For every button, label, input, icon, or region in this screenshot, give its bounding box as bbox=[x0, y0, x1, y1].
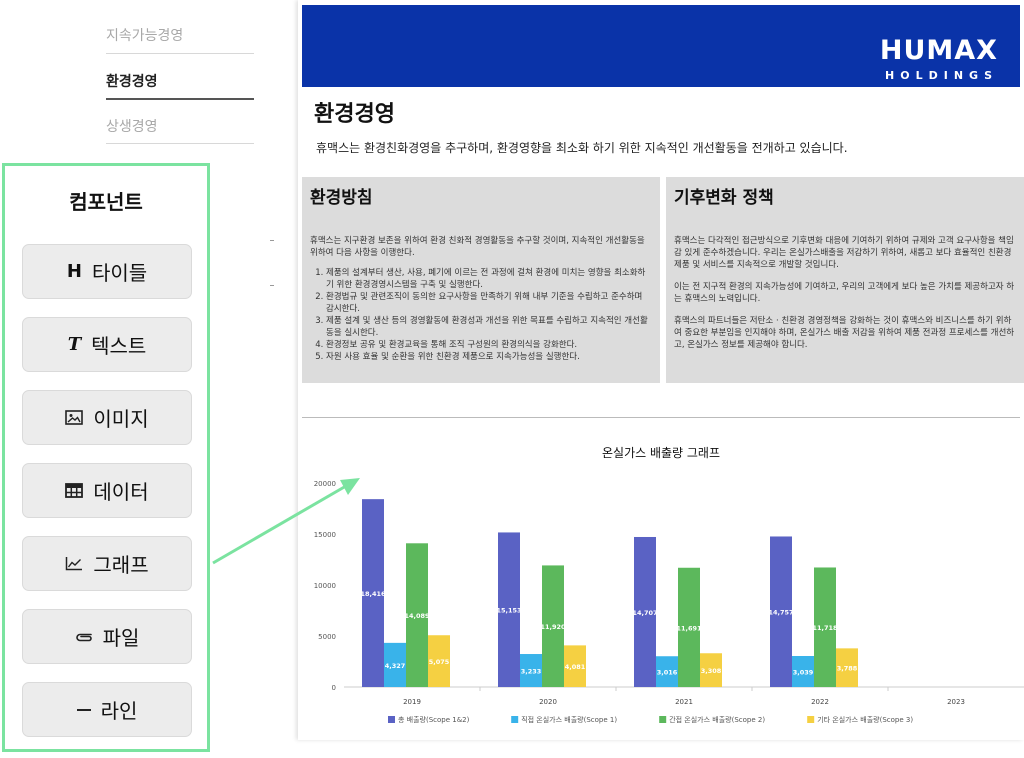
environment-policy-title: 환경방침 bbox=[310, 188, 373, 208]
x-tick-label: 2020 bbox=[539, 698, 557, 706]
climate-policy-paragraph: 이는 전 지구적 환경의 지속가능성에 기여하고, 우리의 고객에게 보다 높은… bbox=[674, 282, 1015, 304]
legend-swatch bbox=[807, 716, 815, 723]
y-tick-label: 15000 bbox=[314, 531, 336, 539]
x-tick-label: 2021 bbox=[675, 698, 693, 706]
emissions-bar-chart: 0 5000 10000 15000 20000 2019 18,416 4,327 14,08… bbox=[314, 480, 1024, 724]
decorative-dash bbox=[270, 285, 274, 286]
y-tick-label: 0 bbox=[332, 684, 336, 692]
list-item: 환경법규 및 관련조직이 동의한 요구사항을 만족하기 위해 내부 기준을 수립… bbox=[326, 291, 652, 315]
data-label: 4,081 bbox=[565, 663, 586, 671]
x-tick-label: 2019 bbox=[403, 698, 421, 706]
x-tick-label: 2022 bbox=[811, 698, 829, 706]
legend-swatch bbox=[388, 716, 395, 723]
y-tick-label: 10000 bbox=[314, 582, 336, 590]
legend-label: 직접 온실가스 배출량(Scope 1) bbox=[521, 715, 617, 724]
table-icon bbox=[65, 483, 84, 498]
nav-active-underline bbox=[106, 98, 254, 100]
list-item: 제품의 설계부터 생산, 사용, 폐기에 이르는 전 과정에 걸쳐 환경에 미치… bbox=[326, 267, 652, 291]
data-label: 3,039 bbox=[793, 669, 814, 677]
data-label: 18,416 bbox=[360, 590, 386, 598]
nav-item-sustainability[interactable]: 지속가능경영 bbox=[106, 25, 254, 45]
image-icon bbox=[65, 410, 84, 425]
climate-policy-paragraph: 휴맥스의 파트너들은 저탄소 · 친환경 경영정책을 강화하는 것이 휴맥스와 … bbox=[674, 316, 1015, 350]
data-label: 3,788 bbox=[837, 665, 858, 673]
legend-swatch bbox=[511, 716, 519, 723]
data-label: 11,920 bbox=[540, 623, 566, 631]
legend-label: 기타 온실가스 배출량(Scope 3) bbox=[817, 715, 913, 724]
image-component-button[interactable]: 이미지 bbox=[22, 390, 192, 445]
list-item: 자원 사용 효율 및 순환을 위한 친환경 제품으로 지속가능성을 실행한다. bbox=[326, 351, 652, 363]
environment-policy-box: 환경방침 휴맥스는 지구환경 보존을 위하여 환경 친화적 경영활동을 추구할 … bbox=[302, 177, 660, 383]
data-label: 11,718 bbox=[812, 624, 838, 632]
text-icon: T bbox=[67, 334, 82, 355]
decorative-dash bbox=[270, 240, 274, 241]
data-label: 14,089 bbox=[404, 612, 430, 620]
nav-item-environment[interactable]: 환경경영 bbox=[106, 71, 254, 91]
image-component-label: 이미지 bbox=[93, 407, 149, 431]
title-component-button[interactable]: H 타이들 bbox=[22, 244, 192, 299]
chart-title: 온실가스 배출량 그래프 bbox=[601, 446, 721, 460]
header-banner: HUMAX HOLDINGS bbox=[302, 5, 1020, 87]
line-component-button[interactable]: 라인 bbox=[22, 682, 192, 737]
file-component-label: 파일 bbox=[102, 626, 140, 650]
component-panel-title: 컴포넌트 bbox=[69, 190, 143, 214]
component-panel: 컴포넌트 H 타이들 T 텍스트 이미지 데이터 그래프 파일 라인 bbox=[2, 163, 210, 752]
graph-component-button[interactable]: 그래프 bbox=[22, 536, 192, 591]
nav-separator bbox=[106, 143, 254, 144]
data-label: 3,308 bbox=[701, 667, 722, 675]
y-tick-label: 20000 bbox=[314, 480, 336, 488]
title-component-label: 타이들 bbox=[91, 261, 148, 285]
document-preview: HUMAX HOLDINGS 환경경영 휴맥스는 환경친화경영을 추구하며, 환… bbox=[298, 0, 1024, 740]
x-tick-label: 2023 bbox=[947, 698, 965, 706]
graph-component-label: 그래프 bbox=[93, 553, 149, 577]
file-component-button[interactable]: 파일 bbox=[22, 609, 192, 664]
list-item: 환경정보 공유 및 환경교육을 통해 조직 구성원의 환경의식을 강화한다. bbox=[326, 339, 652, 351]
data-component-button[interactable]: 데이터 bbox=[22, 463, 192, 518]
climate-policy-title: 기후변화 정책 bbox=[674, 188, 774, 208]
humax-logo: HUMAX bbox=[879, 35, 998, 66]
y-tick-label: 5000 bbox=[318, 633, 336, 641]
data-label: 5,075 bbox=[429, 658, 450, 666]
nav-item-coexistence[interactable]: 상생경영 bbox=[106, 116, 254, 136]
data-label: 4,327 bbox=[385, 662, 406, 670]
line-chart-icon bbox=[65, 556, 83, 571]
data-label: 14,707 bbox=[632, 609, 657, 617]
page-title: 환경경영 bbox=[314, 102, 395, 127]
list-item: 제품 설계 및 생산 등의 경영활동에 환경성과 개선을 위한 목표를 수립하고… bbox=[326, 315, 652, 339]
legend-label: 총 배출량(Scope 1&2) bbox=[398, 715, 470, 724]
environment-policy-list: 제품의 설계부터 생산, 사용, 폐기에 이르는 전 과정에 걸쳐 환경에 미치… bbox=[310, 267, 652, 363]
humax-logo-sub: HOLDINGS bbox=[885, 69, 998, 82]
data-component-label: 데이터 bbox=[93, 480, 149, 504]
line-component-label: 라인 bbox=[100, 699, 138, 723]
environment-policy-lead: 휴맥스는 지구환경 보존을 위하여 환경 친화적 경영활동을 추구할 것이며, … bbox=[310, 236, 645, 258]
data-label: 3,016 bbox=[657, 669, 678, 677]
minus-icon bbox=[76, 708, 91, 712]
climate-policy-paragraph: 휴맥스는 다각적인 접근방식으로 기후변화 대응에 기여하기 위하여 규제와 고… bbox=[674, 236, 1014, 270]
data-label: 11,691 bbox=[676, 624, 702, 632]
nav-separator bbox=[106, 53, 254, 54]
data-label: 3,233 bbox=[521, 668, 542, 676]
legend-swatch bbox=[659, 716, 667, 723]
data-label: 15,153 bbox=[496, 607, 521, 615]
page-intro: 휴맥스는 환경친화경영을 추구하며, 환경영향을 최소화 하기 위한 지속적인 … bbox=[316, 141, 848, 155]
climate-policy-box: 기후변화 정책 휴맥스는 다각적인 접근방식으로 기후변화 대응에 기여하기 위… bbox=[666, 177, 1024, 383]
climate-policy-text: 휴맥스는 다각적인 접근방식으로 기후변화 대응에 기여하기 위하여 규제와 고… bbox=[674, 235, 1016, 351]
paperclip-icon bbox=[75, 630, 93, 644]
section-divider bbox=[302, 417, 1020, 418]
legend-label: 간접 온실가스 배출량(Scope 2) bbox=[669, 715, 765, 724]
heading-icon: H bbox=[66, 261, 82, 282]
text-component-label: 텍스트 bbox=[91, 334, 147, 358]
data-label: 14,757 bbox=[768, 609, 793, 617]
text-component-button[interactable]: T 텍스트 bbox=[22, 317, 192, 372]
environment-policy-text: 휴맥스는 지구환경 보존을 위하여 환경 친화적 경영활동을 추구할 것이며, … bbox=[310, 235, 652, 363]
